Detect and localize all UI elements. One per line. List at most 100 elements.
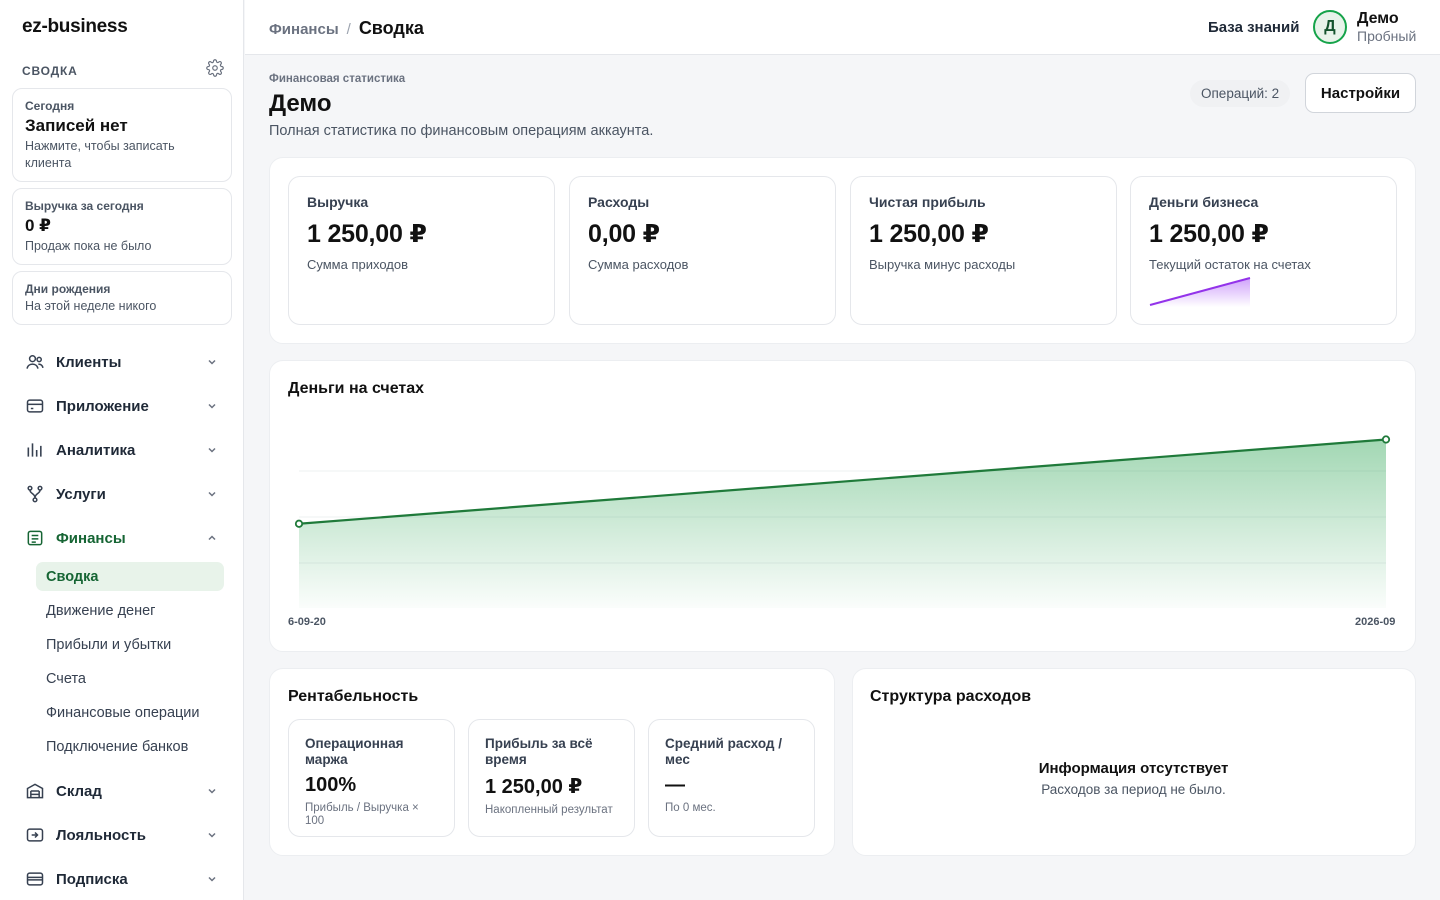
metric-label: Средний расход / мес: [665, 736, 782, 767]
today-revenue-sub: Продаж пока не было: [25, 239, 152, 253]
x-tick-label: 6-09-20: [288, 616, 326, 628]
kpi-expenses: Расходы 0,00 ₽ Сумма расходов: [569, 176, 836, 325]
today-card[interactable]: Сегодня Записей нет Нажмите, чтобы запис…: [12, 88, 232, 182]
card-icon: [24, 395, 46, 417]
metric-sub: Накопленный результат: [485, 804, 613, 816]
kpi-label: Выручка: [307, 194, 369, 210]
kpi-value: 1 250,00 ₽: [869, 220, 989, 248]
credit-card-icon: [24, 868, 46, 890]
subnav-operations[interactable]: Финансовые операции: [36, 698, 224, 727]
empty-state-title: Информация отсутствует: [1038, 760, 1229, 777]
chevron-down-icon: [208, 788, 216, 794]
chevron-down-icon: [208, 491, 216, 497]
subnav-bank-connect[interactable]: Подключение банков: [36, 732, 224, 761]
kpi-label: Расходы: [588, 194, 650, 210]
kpi-net-profit: Чистая прибыль 1 250,00 ₽ Выручка минус …: [850, 176, 1117, 325]
summary-section-title: СВОДКА: [22, 64, 78, 78]
kpi-value: 0,00 ₽: [588, 220, 660, 248]
breadcrumb-separator: /: [346, 21, 351, 38]
empty-state-sub: Расходов за период не было.: [1041, 782, 1226, 797]
gear-icon[interactable]: [206, 59, 224, 77]
nav-subscription[interactable]: Подписка: [12, 862, 232, 896]
chart-area: [299, 439, 1386, 608]
kpi-sub: Сумма расходов: [588, 257, 689, 272]
breadcrumb-finance[interactable]: Финансы: [269, 21, 339, 38]
avg-expense-card: Средний расход / мес — По 0 мес.: [648, 719, 815, 837]
operating-margin-card: Операционная маржа 100% Прибыль / Выручк…: [288, 719, 455, 837]
page-kicker: Финансовая статистика: [269, 73, 406, 85]
kpi-business-money: Деньги бизнеса 1 250,00 ₽ Текущий остато…: [1130, 176, 1397, 325]
subnav-accounts[interactable]: Счета: [36, 664, 224, 693]
kpi-sub: Текущий остаток на счетах: [1149, 257, 1311, 272]
chevron-down-icon: [208, 876, 216, 882]
loyalty-icon: [24, 824, 46, 846]
nav-clients[interactable]: Клиенты: [12, 345, 232, 379]
chevron-down-icon: [208, 447, 216, 453]
breadcrumb-current: Сводка: [358, 18, 424, 38]
kpi-label: Чистая прибыль: [869, 194, 986, 210]
accounts-area-chart[interactable]: [288, 410, 1398, 610]
document-icon: [24, 527, 46, 549]
branch-icon: [24, 483, 46, 505]
kpi-value: 1 250,00 ₽: [1149, 220, 1269, 248]
chart-title: Деньги на счетах: [288, 380, 425, 397]
settings-button[interactable]: Настройки: [1305, 73, 1416, 113]
nav-label: Клиенты: [56, 353, 122, 371]
birthdays-card[interactable]: Дни рождения На этой неделе никого: [12, 271, 232, 325]
birthdays-label: Дни рождения: [25, 282, 111, 296]
kpi-sub: Сумма приходов: [307, 257, 409, 272]
chevron-down-icon: [208, 832, 216, 838]
page-description: Полная статистика по финансовым операция…: [269, 123, 654, 139]
breadcrumb: Финансы / Сводка: [269, 18, 424, 39]
bar-chart-icon: [24, 439, 46, 461]
page-title: Демо: [269, 90, 332, 117]
summary-section-header: СВОДКА: [22, 59, 224, 78]
metric-value: —: [665, 774, 685, 796]
today-revenue-value: 0 ₽: [25, 216, 52, 235]
sidebar: ez-business СВОДКА Сегодня Записей нет Н…: [0, 0, 244, 900]
nav-finance[interactable]: Финансы: [12, 521, 232, 555]
subnav-cash-flow[interactable]: Движение денег: [36, 596, 224, 625]
metric-value: 1 250,00 ₽: [485, 776, 583, 798]
subnav-profit-loss[interactable]: Прибыли и убытки: [36, 630, 224, 659]
kpi-revenue: Выручка 1 250,00 ₽ Сумма приходов: [288, 176, 555, 325]
metric-label: Прибыль за всё время: [485, 736, 593, 767]
nav-services[interactable]: Услуги: [12, 477, 232, 511]
metric-label: Операционная маржа: [305, 736, 404, 767]
brand-logo[interactable]: ez-business: [22, 16, 128, 38]
today-revenue-card[interactable]: Выручка за сегодня 0 ₽ Продаж пока не бы…: [12, 188, 232, 265]
user-name: Демо: [1357, 10, 1399, 27]
expense-structure-title: Структура расходов: [870, 688, 1032, 705]
nav-warehouse[interactable]: Склад: [12, 774, 232, 808]
sparkline: [1149, 277, 1251, 307]
nav-label: Приложение: [56, 397, 149, 415]
warehouse-icon: [24, 780, 46, 802]
nav-analytics[interactable]: Аналитика: [12, 433, 232, 467]
nav-app[interactable]: Приложение: [12, 389, 232, 423]
metric-sub: По 0 мес.: [665, 802, 716, 814]
user-plan: Пробный: [1357, 28, 1417, 44]
today-revenue-label: Выручка за сегодня: [25, 199, 144, 213]
chevron-down-icon: [208, 403, 216, 409]
metric-value: 100%: [305, 774, 357, 796]
nav-label: Склад: [56, 782, 102, 800]
chevron-down-icon: [208, 359, 216, 365]
kpi-label: Деньги бизнеса: [1149, 194, 1259, 210]
chart-point: [294, 519, 304, 528]
nav-label: Финансы: [56, 529, 126, 547]
nav-label: Услуги: [56, 485, 106, 503]
kpi-sub: Выручка минус расходы: [869, 257, 1016, 272]
subnav-summary[interactable]: Сводка: [36, 562, 224, 591]
kpi-value: 1 250,00 ₽: [307, 220, 427, 248]
birthdays-sub: На этой неделе никого: [25, 299, 157, 313]
nav-label: Лояльность: [56, 826, 146, 844]
users-icon: [24, 351, 46, 373]
nav-loyalty[interactable]: Лояльность: [12, 818, 232, 852]
x-tick-label: 2026-09: [1355, 616, 1396, 628]
knowledge-base-link[interactable]: База знаний: [1208, 19, 1299, 36]
today-sub: Нажмите, чтобы записать клиента: [25, 139, 175, 170]
today-title: Записей нет: [25, 116, 128, 135]
avatar[interactable]: Д: [1313, 10, 1347, 44]
chart-point: [1381, 435, 1391, 444]
nav-label: Подписка: [56, 870, 128, 888]
